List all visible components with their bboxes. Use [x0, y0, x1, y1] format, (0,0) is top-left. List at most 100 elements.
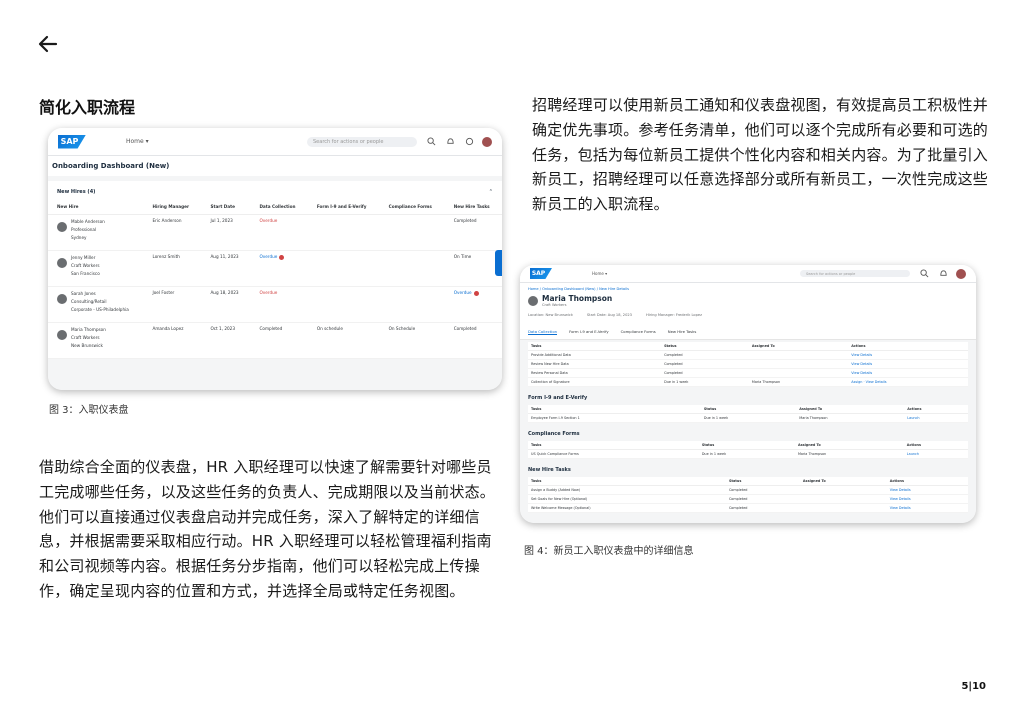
- compliance-status: [379, 286, 445, 323]
- hiring-manager: Joel Foster: [143, 286, 202, 323]
- meta-start-date: Start Date: Aug 18, 2023: [586, 313, 632, 317]
- section-compliance-title: Compliance Forms: [528, 431, 580, 437]
- start-date: Oct 1, 2023: [201, 322, 251, 359]
- search-input: Search for actions or people: [307, 136, 417, 147]
- tab-compliance: Compliance Forms: [620, 329, 656, 334]
- table-row: Assign a Buddy (Added Now) Completed View …: [528, 485, 968, 495]
- col-header: Actions: [848, 342, 968, 351]
- start-date: Aug 18, 2023: [201, 286, 251, 323]
- tasks-status: Overdue: [444, 286, 502, 323]
- section-i9-title: Form I-9 and E-Verify: [528, 395, 588, 401]
- table-row: Sarah Jones Consulting/Retail Corporate - …: [48, 286, 502, 323]
- side-panel-tab: [495, 250, 502, 276]
- hire-role: Craft Workers: [71, 263, 100, 268]
- bell-icon: [445, 137, 455, 147]
- hire-location: Corporate - US-Philadelphia: [71, 307, 129, 312]
- alert-icon: [473, 290, 479, 296]
- hire-name: Jenny Miller: [71, 255, 96, 260]
- table-row: Collection of Signature Due in 1 week Mari…: [528, 377, 968, 387]
- meta-hiring-manager: Hiring Manager: Frederik Lopez: [645, 313, 702, 317]
- table-row: Provide Additional Data Completed View Det…: [528, 350, 968, 360]
- avatar: [956, 268, 966, 279]
- compliance-status: [379, 214, 445, 251]
- hire-role: Consulting/Retail: [71, 299, 107, 304]
- avatar: [482, 136, 492, 147]
- bell-icon: [938, 269, 948, 279]
- start-date: Aug 11, 2023: [201, 250, 251, 287]
- col-header: Hiring Manager: [143, 199, 202, 215]
- table-row: Set Goals for New Hire (Optional) Complet…: [528, 494, 968, 504]
- intro-paragraph: 招聘经理可以使用新员工通知和仪表盘视图，有效提高员工积极性并确定优先事项。参考任…: [532, 96, 989, 214]
- collapse-icon: ⌃: [488, 189, 493, 195]
- hire-name: Sarah Jones: [71, 291, 96, 296]
- home-menu: Home ▾: [126, 138, 149, 145]
- alert-icon: [279, 254, 285, 260]
- col-header: New Hire: [48, 199, 144, 215]
- app-header: SAP Home ▾ Search for actions or people: [48, 128, 502, 156]
- tab-i9: Form I-9 and E-Verify: [569, 329, 609, 334]
- task-table: Tasks Status Assigned To Actions Provide Ad…: [528, 342, 968, 387]
- avatar: [528, 295, 538, 306]
- avatar: [57, 294, 67, 304]
- data-status: Overdue: [250, 214, 308, 251]
- hiring-manager: Amanda Lopez: [143, 322, 202, 359]
- table-row: Maria Thompson Craft Workers New Brunswick…: [48, 322, 502, 359]
- table-row: Jenny Miller Craft Workers San Francisco L…: [48, 250, 502, 287]
- search-input: Search for actions or people: [800, 270, 910, 277]
- new-hires-header: New Hires (4) ⌃: [48, 181, 502, 199]
- new-hire-header: Home / Onboarding Dashboard (New) / New …: [520, 283, 976, 323]
- col-header: Start Date: [201, 199, 251, 215]
- meta-location: Location: New Brunswick: [528, 313, 573, 317]
- data-status-label: Overdue: [259, 254, 278, 259]
- table-row: Write Welcome Message (Optional) Complete…: [528, 503, 968, 513]
- new-hire-detail-screenshot: SAP Home ▾ Search for actions or people …: [520, 265, 976, 523]
- tasks-status: Completed: [444, 322, 502, 359]
- tab-data-collection: Data Collection: [528, 329, 558, 335]
- task-table: Tasks Status Assigned To Actions Assign a B…: [528, 477, 968, 513]
- new-hires-table: New Hire Hiring Manager Start Date Data …: [48, 199, 502, 359]
- avatar: [57, 258, 67, 268]
- page-number: 5|10: [961, 681, 986, 692]
- person-name: Maria Thompson: [542, 294, 613, 303]
- col-header: New Hire Tasks: [444, 199, 502, 215]
- col-header: Status: [661, 342, 749, 351]
- back-arrow-icon[interactable]: [36, 32, 60, 56]
- compliance-status: [379, 250, 445, 287]
- data-status: Overdue: [250, 250, 308, 287]
- i9-status: [307, 250, 380, 287]
- tasks-status: Completed: [444, 214, 502, 251]
- hiring-manager: Eric Anderson: [143, 214, 202, 251]
- dashboard-title: Onboarding Dashboard (New): [48, 156, 502, 176]
- task-table: Tasks Status Assigned To Actions US Quick C…: [528, 441, 968, 459]
- hire-name: Maria Thompson: [71, 327, 106, 332]
- data-status: Completed: [250, 322, 308, 359]
- hire-name: Mable Anderson: [71, 219, 105, 224]
- avatar: [57, 330, 67, 340]
- new-hires-count: New Hires (4): [57, 189, 96, 195]
- compliance-status: On Schedule: [379, 322, 445, 359]
- table-row: US Quick Compliance Forms Due in 1 week Ma…: [528, 449, 968, 459]
- col-header: Tasks: [528, 342, 662, 351]
- col-header: Form I-9 and E-Verify: [307, 199, 380, 215]
- home-menu: Home ▾: [592, 271, 608, 276]
- hiring-manager: Lorenz Smith: [143, 250, 202, 287]
- section-title: 简化入职流程: [39, 98, 136, 117]
- detail-tabs: Data Collection Form I-9 and E-Verify Co…: [520, 323, 976, 340]
- hire-location: San Francisco: [71, 271, 100, 276]
- figure-3-caption: 图 3：入职仪表盘: [49, 405, 129, 416]
- hire-role: Craft Workers: [71, 335, 100, 340]
- onboarding-dashboard-screenshot: SAP Home ▾ Search for actions or people …: [48, 128, 502, 390]
- hire-role: Professional: [71, 227, 97, 232]
- i9-status: On schedule: [307, 322, 380, 359]
- task-table: Tasks Status Assigned To Actions Employee F…: [528, 405, 968, 423]
- sap-logo: SAP: [530, 268, 552, 279]
- start-date: Jul 1, 2023: [201, 214, 251, 251]
- search-icon: [919, 269, 929, 279]
- i9-status: [307, 286, 380, 323]
- table-row: Review New Hire Data Completed View Detail…: [528, 359, 968, 369]
- figure-4-caption: 图 4：新员工入职仪表盘中的详细信息: [524, 546, 694, 557]
- tasks-status-label: Overdue: [453, 290, 472, 295]
- app-header: SAP Home ▾ Search for actions or people: [520, 265, 976, 283]
- avatar: [57, 222, 67, 232]
- i9-status: [307, 214, 380, 251]
